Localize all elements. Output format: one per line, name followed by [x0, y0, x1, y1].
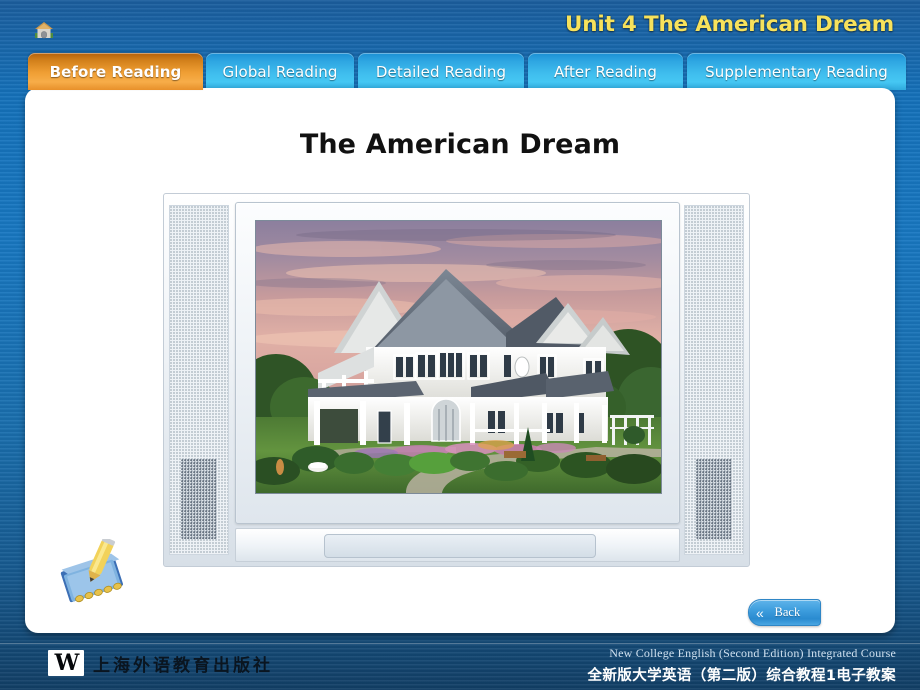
- speaker-woofer-right: [696, 459, 732, 539]
- house-photo: [256, 221, 661, 493]
- publisher-logo: W 上海外语教育出版社: [48, 650, 273, 676]
- unit-title: Unit 4 The American Dream: [565, 12, 894, 37]
- tv-bezel: [235, 202, 680, 524]
- tab-detailed-reading[interactable]: Detailed Reading: [358, 53, 524, 90]
- tv-base-panel: [235, 528, 680, 562]
- back-button-label: Back: [774, 605, 801, 619]
- courseware-app: Unit 4 The American Dream Before Reading…: [0, 0, 920, 690]
- header-bar: Unit 4 The American Dream: [0, 0, 920, 48]
- page-title: The American Dream: [299, 129, 621, 160]
- double-chevron-left-icon: «: [756, 604, 764, 621]
- media-controls-tray: [324, 534, 596, 558]
- tab-bar: Before Reading Global Reading Detailed R…: [0, 53, 920, 90]
- back-button[interactable]: « Back: [748, 599, 821, 626]
- course-info: New College English (Second Edition) Int…: [588, 646, 897, 685]
- notebook-pencil-icon[interactable]: [55, 536, 139, 611]
- video-screen[interactable]: [255, 220, 662, 494]
- publisher-name: 上海外语教育出版社: [93, 655, 273, 676]
- tab-before-reading[interactable]: Before Reading: [28, 53, 203, 90]
- course-title-english: New College English (Second Edition) Int…: [609, 646, 896, 660]
- tab-supplementary-reading[interactable]: Supplementary Reading: [687, 53, 906, 90]
- course-title-chinese: 全新版大学英语（第二版）综合教程1电子教案: [587, 668, 896, 684]
- footer-bar: W 上海外语教育出版社 New College English (Second …: [0, 640, 920, 690]
- home-icon[interactable]: [33, 21, 55, 39]
- footer-divider: [0, 643, 920, 644]
- content-panel: The American Dream « Back: [25, 88, 895, 633]
- speaker-woofer-left: [181, 459, 217, 539]
- tab-after-reading[interactable]: After Reading: [528, 53, 683, 90]
- tab-global-reading[interactable]: Global Reading: [206, 53, 354, 90]
- publisher-mark-icon: W: [48, 650, 84, 676]
- media-player-tv: [163, 193, 750, 567]
